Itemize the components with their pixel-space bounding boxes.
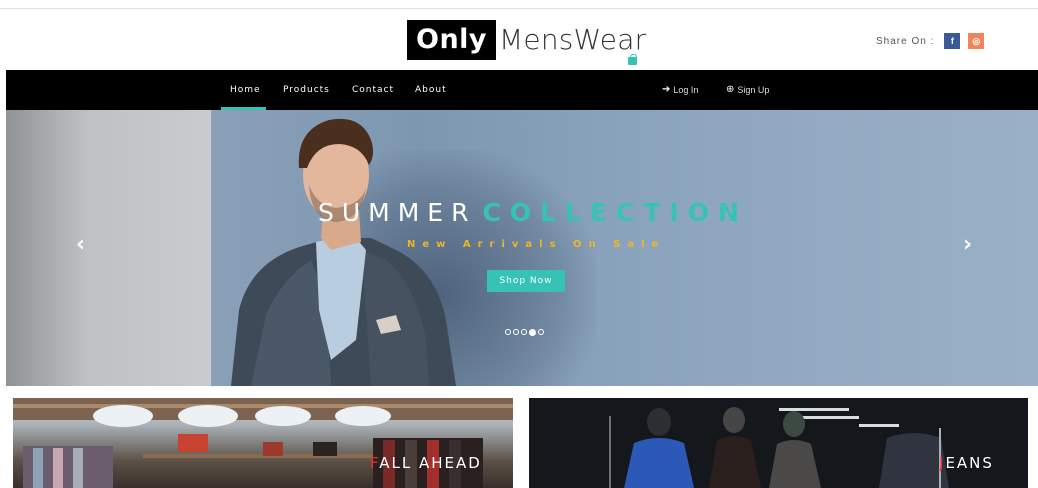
carousel-dot[interactable]	[521, 329, 527, 335]
site-logo[interactable]: Only MensWear	[407, 19, 646, 61]
tile-fall-ahead-label: FALL AHEAD	[370, 454, 482, 472]
carousel-dot[interactable]	[505, 329, 511, 335]
hero-title-accent: COLLECTION	[482, 198, 748, 227]
top-divider	[0, 8, 1038, 9]
main-nav: Home Products Contact About ➔ Log In ⊕ S…	[6, 70, 1038, 110]
tile-jeans-label: JEANS	[939, 454, 994, 472]
carousel-dot[interactable]	[513, 329, 519, 335]
logo-box-text: Only	[407, 20, 497, 60]
nav-item-products[interactable]: Products	[283, 70, 330, 110]
logo-rest-text: MensWear	[499, 23, 647, 56]
login-label: Log In	[673, 85, 699, 95]
shop-now-button[interactable]: Shop Now	[487, 270, 565, 292]
tile-jeans[interactable]: JEANS	[529, 398, 1028, 488]
hero-title-plain: SUMMER	[318, 198, 477, 227]
tile-fall-ahead-initial: F	[370, 454, 380, 472]
facebook-icon[interactable]: f	[944, 33, 961, 49]
carousel-dot-active[interactable]	[529, 328, 536, 336]
chevron-right-icon[interactable]: ›	[963, 232, 972, 257]
chevron-left-icon[interactable]: ‹	[76, 232, 85, 257]
carousel-indicators	[505, 328, 546, 336]
tile-jeans-rest: EANS	[945, 454, 994, 472]
share-label: Share On :	[876, 35, 935, 47]
nav-item-contact[interactable]: Contact	[352, 70, 394, 110]
tile-fall-ahead-rest: ALL AHEAD	[379, 454, 482, 472]
plus-circle-icon: ⊕	[726, 84, 735, 95]
login-link[interactable]: ➔ Log In	[662, 70, 698, 110]
store-window-image	[529, 398, 1028, 488]
signup-label: Sign Up	[737, 85, 770, 95]
hero-left-panel	[6, 110, 211, 386]
nav-item-about[interactable]: About	[415, 70, 447, 110]
instagram-icon[interactable]: ◎	[968, 33, 985, 49]
tile-fall-ahead[interactable]: FALL AHEAD	[13, 398, 513, 488]
hero-subtitle: New Arrivals On Sale	[407, 239, 666, 250]
login-icon: ➔	[662, 84, 671, 95]
store-interior-image	[13, 398, 513, 488]
signup-link[interactable]: ⊕ Sign Up	[726, 70, 769, 110]
carousel-dot[interactable]	[538, 329, 544, 335]
hero-carousel: ‹ › SUMMER COLLECTION New Arrivals On Sal…	[6, 110, 1038, 386]
share-bar: Share On : f ◎	[876, 33, 985, 49]
nav-item-home[interactable]: Home	[230, 70, 261, 110]
shopping-bag-icon	[628, 54, 637, 65]
hero-title: SUMMER COLLECTION	[318, 198, 748, 227]
